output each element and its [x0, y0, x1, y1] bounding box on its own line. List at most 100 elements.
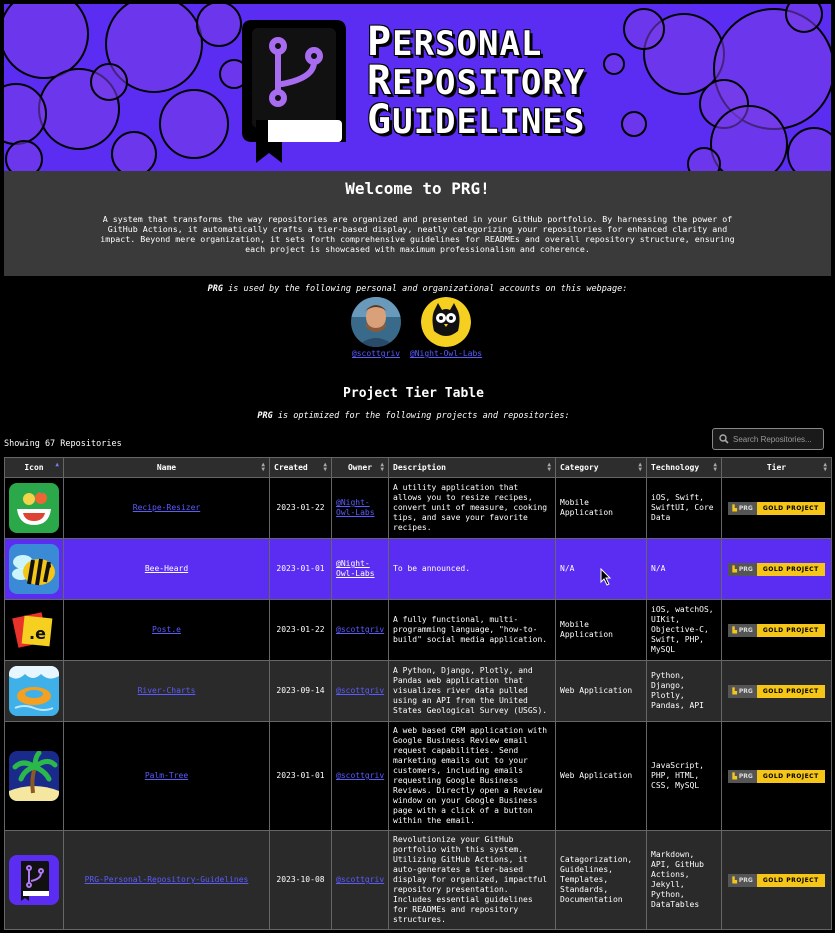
name-cell: Bee-Heard	[63, 538, 270, 600]
prg-logo-icon	[242, 20, 346, 163]
person-avatar[interactable]	[351, 297, 401, 347]
badge-left: ▙ PRG	[728, 873, 757, 887]
recipe-bowl-icon	[9, 483, 59, 533]
account-link-night-owl-labs[interactable]: @Night-Owl-Labs	[406, 349, 486, 358]
sort-icon: ▲ ▼	[823, 461, 827, 473]
post-e-icon: .e	[9, 605, 59, 655]
category-cell: Web Application	[555, 660, 647, 722]
svg-text:.e: .e	[29, 624, 46, 643]
prg-mini-icon: ▙	[732, 687, 737, 695]
column-header-category[interactable]: Category ▲ ▼	[555, 457, 647, 478]
badge-left-label: PRG	[738, 626, 753, 634]
created-cell: 2023-01-01	[269, 721, 332, 831]
search-input[interactable]	[729, 433, 823, 445]
project-table: Icon ▲ Name ▲ ▼ Created ▲ ▼ Owner ▲ ▼ Descripti…	[4, 457, 832, 930]
badge-left-label: PRG	[738, 876, 753, 884]
technology-cell: Python, Django, Plotly, Pandas, API	[646, 660, 722, 722]
repo-link[interactable]: Recipe-Resizer	[133, 503, 200, 512]
column-header-description[interactable]: Description ▲ ▼	[388, 457, 556, 478]
search-box[interactable]	[712, 428, 824, 450]
optimized-label: is optimized for the following projects …	[272, 411, 570, 421]
tier-cell: ▙ PRG GOLD PROJECT	[721, 538, 832, 600]
owner-link[interactable]: @Night-Owl-Labs	[336, 498, 375, 517]
account-scottgriv: @scottgriv	[336, 297, 416, 358]
name-cell: PRG-Personal-Repository-Guidelines	[63, 830, 270, 930]
optimized-text: PRG is optimized for the following proje…	[0, 411, 827, 421]
brand-name: PRG	[207, 284, 224, 294]
tier-badge[interactable]: ▙ PRG GOLD PROJECT	[726, 684, 827, 698]
name-cell: Recipe-Resizer	[63, 477, 270, 539]
banner-title-line-1: PERSONAL	[367, 22, 585, 64]
column-header-technology[interactable]: Technology ▲ ▼	[646, 457, 722, 478]
sort-icon: ▲ ▼	[638, 461, 642, 473]
tier-cell: ▙ PRG GOLD PROJECT	[721, 477, 832, 539]
table-row: Palm-Tree 2023-01-01 @scottgriv A web ba…	[4, 721, 832, 831]
column-header-tier[interactable]: Tier ▲ ▼	[721, 457, 832, 478]
owner-cell: @scottgriv	[331, 830, 389, 930]
sort-icon: ▲ ▼	[261, 461, 265, 473]
repo-link[interactable]: River-Charts	[138, 686, 196, 695]
column-label: Icon	[24, 463, 44, 472]
category-cell: Web Application	[555, 721, 647, 831]
badge-right: GOLD PROJECT	[756, 873, 825, 887]
tier-cell: ▙ PRG GOLD PROJECT	[721, 830, 832, 930]
technology-cell: N/A	[646, 538, 722, 600]
icon-cell	[4, 721, 64, 831]
column-header-name[interactable]: Name ▲ ▼	[63, 457, 270, 478]
welcome-text: A system that transforms the way reposit…	[100, 214, 735, 254]
tier-cell: ▙ PRG GOLD PROJECT	[721, 660, 832, 722]
owner-link[interactable]: @scottgriv	[336, 686, 384, 695]
owner-link[interactable]: @scottgriv	[336, 875, 384, 884]
column-label: Category	[560, 463, 599, 472]
tier-badge[interactable]: ▙ PRG GOLD PROJECT	[726, 501, 827, 515]
column-label: Name	[156, 463, 177, 472]
created-cell: 2023-10-08	[269, 830, 332, 930]
badge-right: GOLD PROJECT	[756, 562, 825, 576]
tier-badge[interactable]: ▙ PRG GOLD PROJECT	[726, 769, 827, 783]
tier-badge[interactable]: ▙ PRG GOLD PROJECT	[726, 873, 827, 887]
name-cell: Palm-Tree	[63, 721, 270, 831]
owner-link[interactable]: @Night-Owl-Labs	[336, 559, 375, 578]
banner-title-line-3: GUIDELINES	[367, 100, 585, 141]
owner-link[interactable]: @scottgriv	[336, 771, 384, 780]
column-header-icon[interactable]: Icon ▲	[4, 457, 64, 478]
column-label: Technology	[651, 463, 700, 472]
repo-link[interactable]: Bee-Heard	[145, 564, 188, 573]
prg-mini-icon: ▙	[732, 772, 737, 780]
brand-name: PRG	[257, 411, 273, 421]
repo-link[interactable]: Palm-Tree	[145, 771, 188, 780]
table-header-row: Icon ▲ Name ▲ ▼ Created ▲ ▼ Owner ▲ ▼ Descripti…	[4, 457, 832, 478]
repo-link[interactable]: PRG-Personal-Repository-Guidelines	[85, 875, 249, 884]
owner-cell: @scottgriv	[331, 660, 389, 722]
tier-cell: ▙ PRG GOLD PROJECT	[721, 721, 832, 831]
banner-title-initial: G	[367, 97, 393, 143]
badge-left: ▙ PRG	[728, 769, 757, 783]
banner-title-rest: ERSONAL	[392, 24, 543, 64]
tier-badge[interactable]: ▙ PRG GOLD PROJECT	[726, 623, 827, 637]
column-label: Tier	[766, 463, 787, 472]
icon-cell	[4, 477, 64, 539]
banner-title-rest: EPOSITORY	[392, 63, 586, 103]
technology-cell: iOS, watchOS, UIKit, Objective-C, Swift,…	[646, 599, 722, 661]
category-cell: Catagorization, Guidelines, Templates, S…	[555, 830, 647, 930]
description-cell: A web based CRM application with Google …	[388, 721, 556, 831]
technology-cell: iOS, Swift, SwiftUI, Core Data	[646, 477, 722, 539]
created-cell: 2023-01-22	[269, 599, 332, 661]
account-link-scottgriv[interactable]: @scottgriv	[336, 349, 416, 358]
created-cell: 2023-09-14	[269, 660, 332, 722]
bee-icon	[9, 544, 59, 594]
column-header-owner[interactable]: Owner ▲ ▼	[331, 457, 389, 478]
tier-badge[interactable]: ▙ PRG GOLD PROJECT	[726, 562, 827, 576]
column-header-created[interactable]: Created ▲ ▼	[269, 457, 332, 478]
repo-link[interactable]: Post.e	[152, 625, 181, 634]
section-title: Project Tier Table	[343, 386, 484, 401]
badge-left: ▙ PRG	[728, 684, 757, 698]
owner-link[interactable]: @scottgriv	[336, 625, 384, 634]
description-cell: A utility application that allows you to…	[388, 477, 556, 539]
prg-book-icon	[9, 855, 59, 905]
owner-cell: @scottgriv	[331, 721, 389, 831]
name-cell: Post.e	[63, 599, 270, 661]
technology-cell: Markdown, API, GitHub Actions, Jekyll, P…	[646, 830, 722, 930]
account-night-owl-labs: @Night-Owl-Labs	[406, 297, 486, 358]
owl-avatar[interactable]	[421, 297, 471, 347]
